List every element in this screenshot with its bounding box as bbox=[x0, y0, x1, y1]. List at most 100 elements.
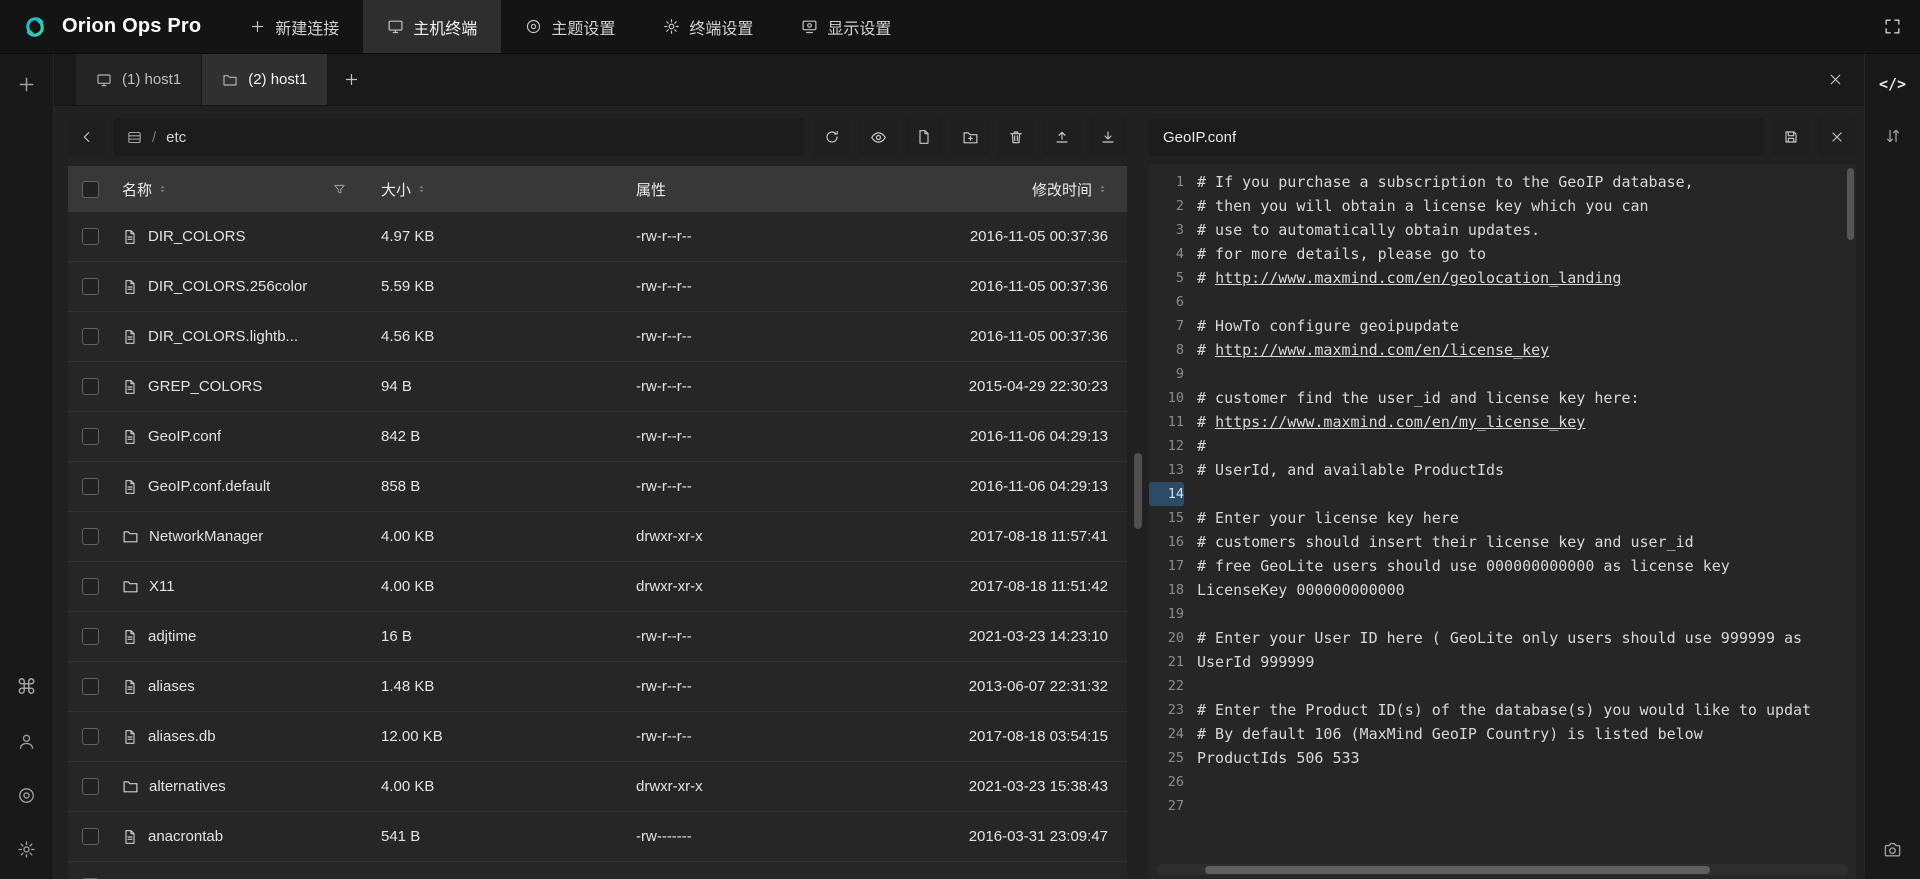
file-name[interactable]: aliases bbox=[148, 678, 195, 695]
editor-link[interactable]: https://www.maxmind.com/en/my_license_ke… bbox=[1215, 413, 1585, 431]
code-line[interactable]: ProductIds 506 533 bbox=[1197, 746, 1856, 770]
menu-item-terminal-settings[interactable]: 终端设置 bbox=[639, 0, 777, 53]
table-row[interactable]: anacrontab541 B-rw-------2016-03-31 23:0… bbox=[68, 812, 1127, 862]
menu-item-host-terminal[interactable]: 主机终端 bbox=[363, 0, 501, 53]
table-row[interactable]: aliases1.48 KB-rw-r--r--2013-06-07 22:31… bbox=[68, 662, 1127, 712]
theme-button[interactable] bbox=[9, 777, 45, 813]
editor-vertical-scrollbar[interactable] bbox=[1847, 168, 1854, 240]
row-checkbox[interactable] bbox=[82, 378, 99, 395]
row-checkbox[interactable] bbox=[82, 628, 99, 645]
close-editor-button[interactable] bbox=[1818, 118, 1856, 156]
code-line[interactable]: UserId 999999 bbox=[1197, 650, 1856, 674]
code-line[interactable]: # Enter your User ID here ( GeoLite only… bbox=[1197, 626, 1856, 650]
breadcrumb[interactable]: / etc bbox=[114, 118, 805, 156]
table-row[interactable]: GREP_COLORS94 B-rw-r--r--2015-04-29 22:3… bbox=[68, 362, 1127, 412]
delete-button[interactable] bbox=[997, 118, 1035, 156]
sort-swap-button[interactable] bbox=[1875, 118, 1911, 154]
file-name[interactable]: X11 bbox=[149, 578, 175, 595]
file-name[interactable]: GREP_COLORS bbox=[148, 378, 262, 395]
filter-funnel-icon[interactable] bbox=[332, 182, 347, 197]
code-line[interactable]: # By default 106 (MaxMind GeoIP Country)… bbox=[1197, 722, 1856, 746]
code-line[interactable]: # http://www.maxmind.com/en/geolocation_… bbox=[1197, 266, 1856, 290]
row-checkbox[interactable] bbox=[82, 678, 99, 695]
save-button[interactable] bbox=[1772, 118, 1810, 156]
code-line[interactable] bbox=[1197, 602, 1856, 626]
code-line[interactable]: # bbox=[1197, 434, 1856, 458]
command-palette-button[interactable]: ⌘ bbox=[9, 669, 45, 705]
code-line[interactable]: # UserId, and available ProductIds bbox=[1197, 458, 1856, 482]
code-line[interactable]: # customer find the user_id and license … bbox=[1197, 386, 1856, 410]
editor-link[interactable]: http://www.maxmind.com/en/license_key bbox=[1215, 341, 1549, 359]
file-name[interactable]: GeoIP.conf.default bbox=[148, 478, 270, 495]
menu-item-theme-settings[interactable]: 主题设置 bbox=[501, 0, 639, 53]
code-line[interactable]: # http://www.maxmind.com/en/license_key bbox=[1197, 338, 1856, 362]
table-row[interactable]: DIR_COLORS.lightb...4.56 KB-rw-r--r--201… bbox=[68, 312, 1127, 362]
code-view-button[interactable]: </> bbox=[1875, 66, 1911, 102]
code-line[interactable]: # for more details, please go to bbox=[1197, 242, 1856, 266]
table-row[interactable]: GeoIP.conf842 B-rw-r--r--2016-11-06 04:2… bbox=[68, 412, 1127, 462]
file-name[interactable]: DIR_COLORS.256color bbox=[148, 278, 307, 295]
table-row[interactable]: X114.00 KBdrwxr-xr-x2017-08-18 11:51:42 bbox=[68, 562, 1127, 612]
editor-body[interactable]: 1234567891011121314151617181920212223242… bbox=[1149, 164, 1856, 879]
file-name[interactable]: DIR_COLORS.lightb... bbox=[148, 328, 298, 345]
editor-link[interactable]: http://www.maxmind.com/en/geolocation_la… bbox=[1215, 269, 1621, 287]
file-list-scrollbar[interactable] bbox=[1134, 453, 1142, 529]
code-line[interactable] bbox=[1197, 290, 1856, 314]
code-line[interactable]: # then you will obtain a license key whi… bbox=[1197, 194, 1856, 218]
row-checkbox[interactable] bbox=[82, 478, 99, 495]
new-folder-button[interactable] bbox=[951, 118, 989, 156]
row-checkbox[interactable] bbox=[82, 728, 99, 745]
back-button[interactable] bbox=[68, 118, 106, 156]
select-all-checkbox[interactable] bbox=[82, 181, 99, 198]
code-line[interactable] bbox=[1197, 482, 1856, 506]
code-line[interactable]: # customers should insert their license … bbox=[1197, 530, 1856, 554]
tab-host1-terminal[interactable]: (1) host1 bbox=[76, 54, 202, 105]
code-line[interactable]: # Enter your license key here bbox=[1197, 506, 1856, 530]
code-line[interactable] bbox=[1197, 362, 1856, 386]
sort-carets-icon[interactable] bbox=[416, 182, 427, 196]
code-line[interactable]: # free GeoLite users should use 00000000… bbox=[1197, 554, 1856, 578]
code-line[interactable]: LicenseKey 000000000000 bbox=[1197, 578, 1856, 602]
upload-button[interactable] bbox=[1043, 118, 1081, 156]
close-panel-button[interactable] bbox=[1827, 54, 1864, 105]
editor-code[interactable]: # If you purchase a subscription to the … bbox=[1197, 170, 1856, 879]
editor-horizontal-scrollbar[interactable] bbox=[1205, 866, 1709, 874]
code-line[interactable] bbox=[1197, 794, 1856, 818]
fullscreen-button[interactable] bbox=[1864, 0, 1920, 53]
tab-host1-files[interactable]: (2) host1 bbox=[202, 54, 328, 105]
code-line[interactable] bbox=[1197, 770, 1856, 794]
table-row[interactable]: NetworkManager4.00 KBdrwxr-xr-x2017-08-1… bbox=[68, 512, 1127, 562]
file-name[interactable]: anacrontab bbox=[148, 828, 223, 845]
code-line[interactable]: # If you purchase a subscription to the … bbox=[1197, 170, 1856, 194]
file-name[interactable]: NetworkManager bbox=[149, 528, 263, 545]
download-button[interactable] bbox=[1089, 118, 1127, 156]
row-checkbox[interactable] bbox=[82, 528, 99, 545]
preview-button[interactable] bbox=[859, 118, 897, 156]
table-row[interactable]: GeoIP.conf.default858 B-rw-r--r--2016-11… bbox=[68, 462, 1127, 512]
code-line[interactable] bbox=[1197, 674, 1856, 698]
row-checkbox[interactable] bbox=[82, 278, 99, 295]
row-checkbox[interactable] bbox=[82, 778, 99, 795]
breadcrumb-path[interactable]: etc bbox=[166, 129, 186, 146]
row-checkbox[interactable] bbox=[82, 228, 99, 245]
table-row[interactable]: DIR_COLORS4.97 KB-rw-r--r--2016-11-05 00… bbox=[68, 212, 1127, 262]
menu-item-new-connection[interactable]: 新建连接 bbox=[225, 0, 363, 53]
table-row[interactable]: aliases.db12.00 KB-rw-r--r--2017-08-18 0… bbox=[68, 712, 1127, 762]
row-checkbox[interactable] bbox=[82, 828, 99, 845]
add-tab-button[interactable] bbox=[328, 54, 374, 105]
code-line[interactable]: # use to automatically obtain updates. bbox=[1197, 218, 1856, 242]
table-row[interactable]: DIR_COLORS.256color5.59 KB-rw-r--r--2016… bbox=[68, 262, 1127, 312]
sort-carets-icon[interactable] bbox=[157, 182, 168, 196]
file-name[interactable]: aliases.db bbox=[148, 728, 216, 745]
code-line[interactable]: # HowTo configure geoipupdate bbox=[1197, 314, 1856, 338]
file-name[interactable]: DIR_COLORS bbox=[148, 228, 246, 245]
file-name[interactable]: GeoIP.conf bbox=[148, 428, 221, 445]
row-checkbox[interactable] bbox=[82, 328, 99, 345]
table-row[interactable] bbox=[68, 862, 1127, 879]
code-line[interactable]: # Enter the Product ID(s) of the databas… bbox=[1197, 698, 1856, 722]
refresh-button[interactable] bbox=[813, 118, 851, 156]
code-line[interactable]: # https://www.maxmind.com/en/my_license_… bbox=[1197, 410, 1856, 434]
settings-button[interactable] bbox=[9, 831, 45, 867]
table-row[interactable]: alternatives4.00 KBdrwxr-xr-x2021-03-23 … bbox=[68, 762, 1127, 812]
table-row[interactable]: adjtime16 B-rw-r--r--2021-03-23 14:23:10 bbox=[68, 612, 1127, 662]
